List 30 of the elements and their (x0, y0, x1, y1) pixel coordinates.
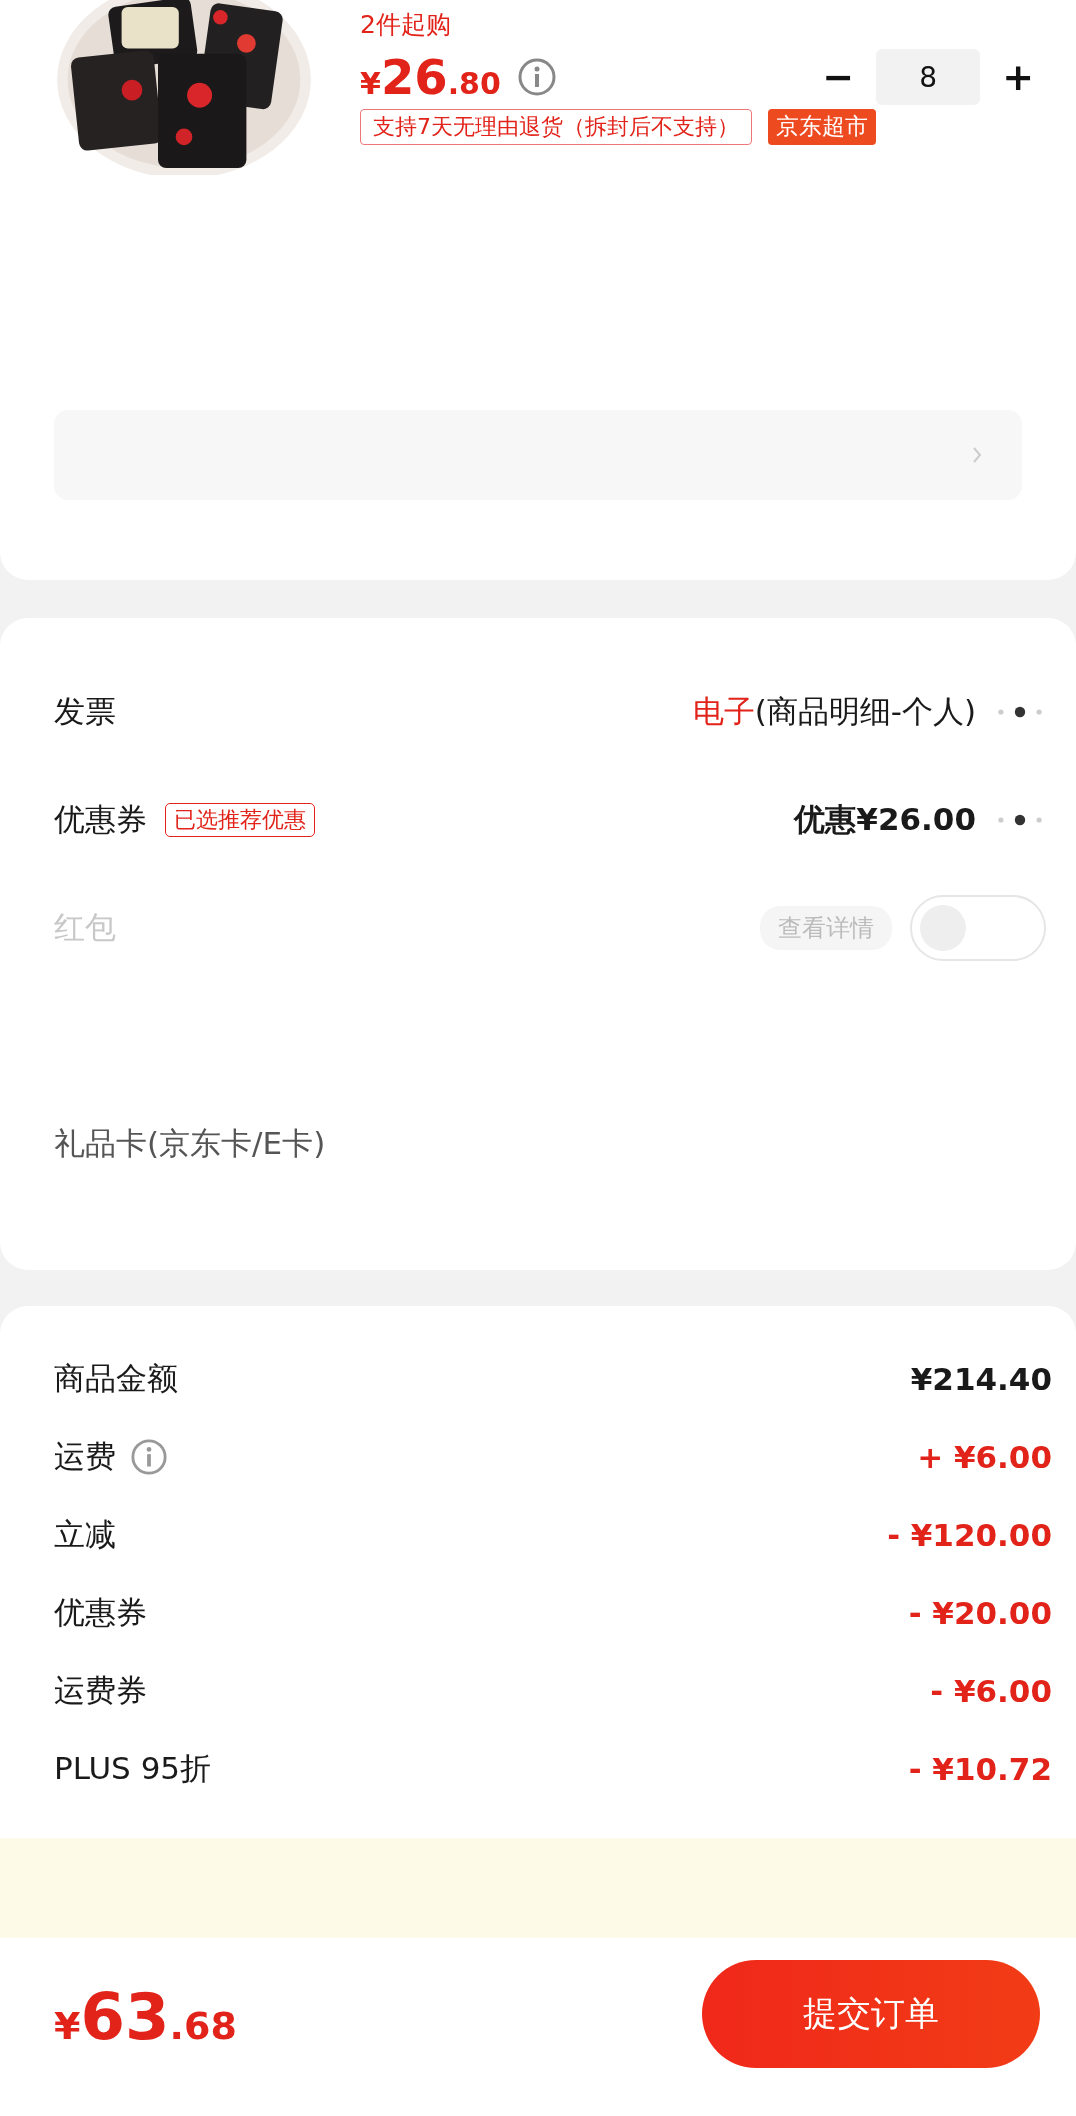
total-price: ¥63.68 (54, 1980, 237, 2054)
submit-order-button[interactable]: 提交订单 (702, 1960, 1040, 2068)
info-icon[interactable] (516, 57, 557, 97)
summary-label: 立减 (54, 1515, 116, 1554)
quantity-field[interactable]: 8 (876, 49, 981, 105)
info-icon[interactable] (130, 1438, 168, 1476)
summary-amount: + ¥6.00 (917, 1439, 1052, 1475)
summary-amount: ¥214.40 (910, 1361, 1052, 1397)
summary-amount: - ¥6.00 (930, 1673, 1052, 1709)
chevron-right-icon (972, 446, 982, 464)
increase-button[interactable]: + (994, 55, 1042, 99)
option-label: 优惠券 (54, 800, 147, 839)
option-label: 发票 (54, 692, 116, 731)
minimum-purchase: 2件起购 (360, 9, 451, 41)
summary-amount: - ¥120.00 (887, 1517, 1052, 1553)
summary-label: PLUS 95折 (54, 1749, 212, 1788)
summary-label: 商品金额 (54, 1359, 178, 1398)
summary-amount: - ¥10.72 (908, 1751, 1052, 1787)
store-tag: 京东超市 (768, 109, 876, 145)
return-policy-tag: 支持7天无理由退货（拆封后不支持） (360, 109, 752, 145)
product-price: ¥26.80 (360, 49, 501, 105)
summary-label: 优惠券 (54, 1593, 147, 1632)
summary-amount: - ¥20.00 (908, 1595, 1052, 1631)
decrease-button[interactable]: − (814, 55, 863, 99)
coupon-value[interactable]: 优惠¥26.00 (794, 799, 976, 841)
summary-label: 运费 (54, 1437, 116, 1476)
option-label: 礼品卡(京东卡/E卡) (54, 1124, 326, 1163)
invoice-value[interactable]: 电子(商品明细-个人) (692, 691, 976, 733)
recommended-badge: 已选推荐优惠 (165, 803, 315, 837)
summary-label: 运费券 (54, 1671, 147, 1710)
